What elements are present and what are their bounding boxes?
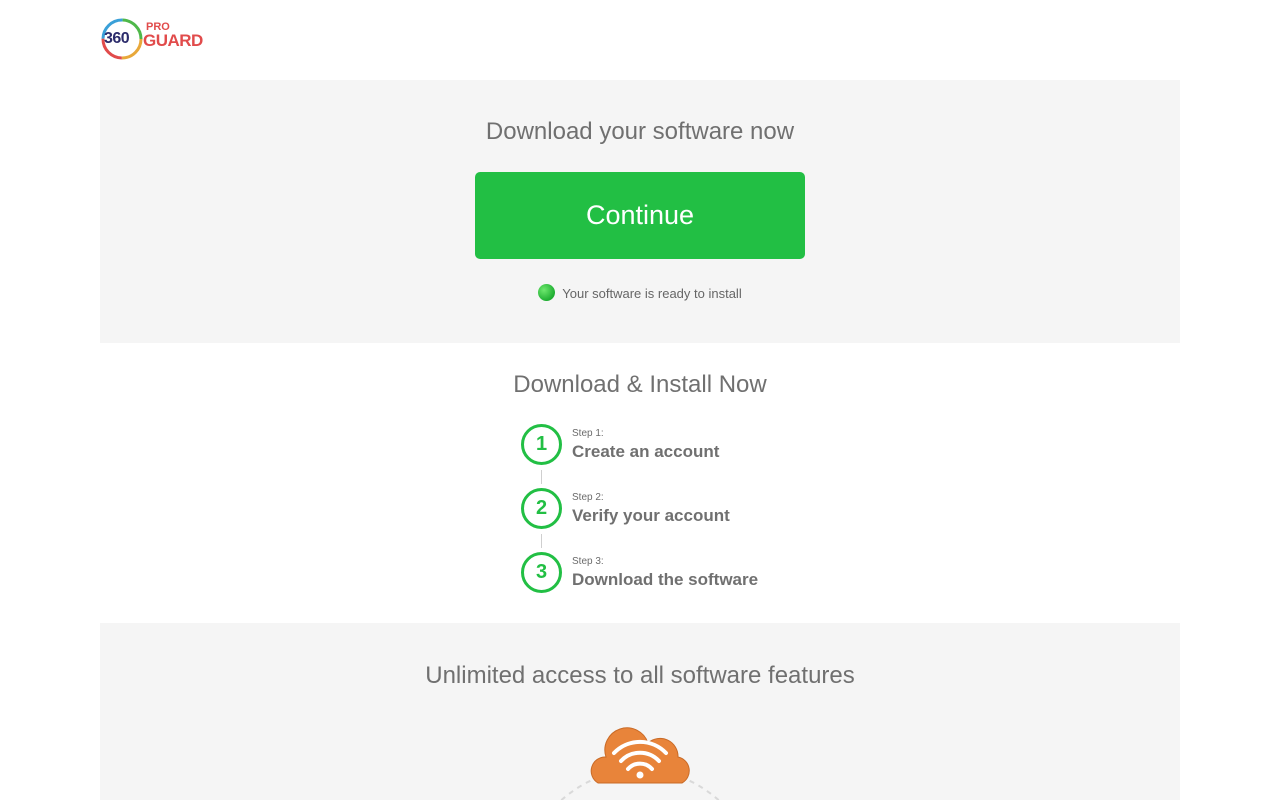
step-connector xyxy=(541,470,542,484)
step-text: Create an account xyxy=(572,442,720,461)
features-title: Unlimited access to all software feature… xyxy=(425,662,855,689)
status-dot-icon xyxy=(538,284,556,302)
logo-guard-text: GUARD xyxy=(143,31,203,50)
logo-number: 360 xyxy=(104,30,130,47)
step-label: Step 1: xyxy=(572,428,604,439)
step-number-badge: 3 xyxy=(521,552,562,593)
step-number-badge: 2 xyxy=(521,488,562,529)
step-item-3: 3 Step 3: Download the software xyxy=(521,552,841,594)
ready-status: Your software is ready to install xyxy=(100,284,1180,302)
step-item-2: 2 Step 2: Verify your account xyxy=(521,488,841,530)
brand-logo[interactable]: 360 PRO GUARD xyxy=(100,16,210,64)
step-label: Step 3: xyxy=(572,556,604,567)
install-steps: 1 Step 1: Create an account 2 Step 2: Ve… xyxy=(521,424,841,600)
step-text: Verify your account xyxy=(572,506,730,525)
continue-button[interactable]: Continue xyxy=(475,172,805,259)
download-title: Download your software now xyxy=(485,118,795,145)
step-text: Download the software xyxy=(572,570,759,589)
step-label: Step 2: xyxy=(572,492,604,503)
status-text: Your software is ready to install xyxy=(562,286,742,302)
download-panel: Download your software now Continue Your… xyxy=(100,80,1180,343)
step-connector xyxy=(541,534,542,548)
page-header: 360 PRO GUARD xyxy=(0,0,1280,80)
step-item-1: 1 Step 1: Create an account xyxy=(521,424,841,466)
install-title: Download & Install Now xyxy=(513,371,767,398)
features-panel: Unlimited access to all software feature… xyxy=(100,623,1180,800)
cloud-wifi-icon xyxy=(560,727,720,800)
step-number-badge: 1 xyxy=(521,424,562,465)
